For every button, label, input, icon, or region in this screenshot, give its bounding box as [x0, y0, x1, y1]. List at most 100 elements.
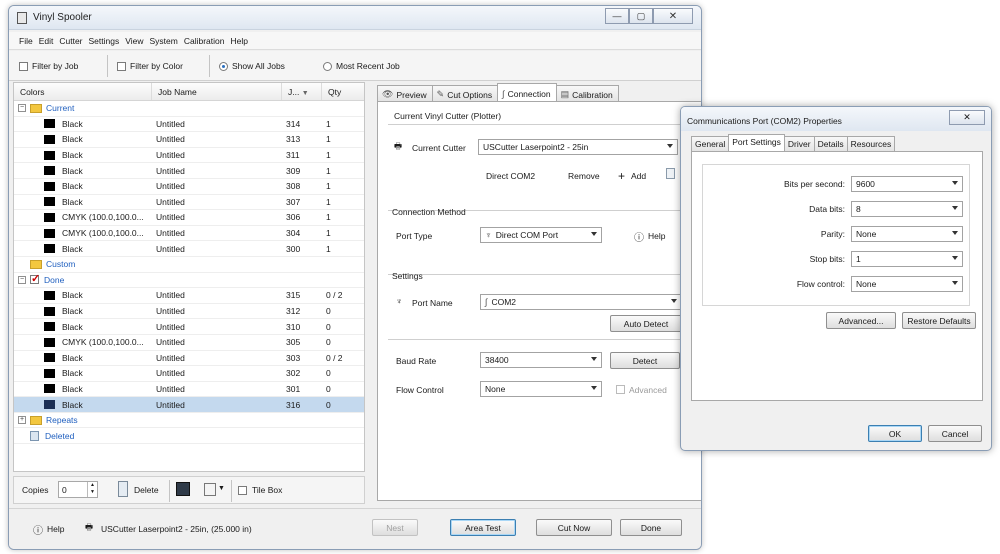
- menu-view[interactable]: View: [125, 32, 149, 49]
- minimize-button[interactable]: —: [605, 8, 629, 24]
- parity-select[interactable]: None: [851, 226, 963, 242]
- remove-button[interactable]: Remove: [568, 171, 600, 181]
- flow-control-label: Flow Control: [396, 385, 444, 395]
- table-row[interactable]: Black Untitled 300 1: [14, 241, 364, 257]
- tab-connection[interactable]: ∫ Connection: [497, 83, 557, 101]
- table-row[interactable]: Black Untitled 303 0 / 2: [14, 351, 364, 367]
- menu-calibration[interactable]: Calibration: [184, 32, 231, 49]
- dialog-tab-port-settings[interactable]: Port Settings: [728, 134, 785, 151]
- menu-edit[interactable]: Edit: [39, 32, 60, 49]
- ok-button[interactable]: OK: [868, 425, 922, 442]
- port-settings-panel: Bits per second: 9600 Data bits: 8 Parit…: [691, 151, 983, 401]
- baud-rate-select[interactable]: 38400: [480, 352, 602, 368]
- row-color: Black: [62, 134, 83, 145]
- table-row[interactable]: Black Untitled 302 0: [14, 366, 364, 382]
- data-bits-select[interactable]: 8: [851, 201, 963, 217]
- table-row[interactable]: CMYK (100.0,100.0... Untitled 304 1: [14, 226, 364, 242]
- group-current[interactable]: − Current: [14, 101, 364, 117]
- add-icon[interactable]: +: [618, 169, 625, 183]
- table-row[interactable]: Black Untitled 301 0: [14, 382, 364, 398]
- port-type-select[interactable]: ♆ Direct COM Port: [480, 227, 602, 243]
- row-qty: 1: [326, 150, 331, 161]
- table-row[interactable]: CMYK (100.0,100.0... Untitled 305 0: [14, 335, 364, 351]
- area-test-button[interactable]: Area Test: [450, 519, 516, 536]
- delete-icon[interactable]: [118, 481, 128, 497]
- flow-control-select[interactable]: None: [851, 276, 963, 292]
- menu-help[interactable]: Help: [231, 32, 254, 49]
- collapse-icon[interactable]: −: [18, 104, 26, 113]
- dialog-close-button[interactable]: ✕: [949, 110, 985, 125]
- dialog-tab-driver[interactable]: Driver: [783, 136, 815, 151]
- stepper-arrows-icon[interactable]: ▲ ▼: [87, 482, 97, 497]
- delete-button[interactable]: Delete: [134, 485, 159, 495]
- column-job-name[interactable]: Job Name: [152, 83, 282, 100]
- port-name-select[interactable]: ∫ COM2: [480, 294, 682, 310]
- flow-control-select[interactable]: None: [480, 381, 602, 397]
- advanced-checkbox[interactable]: [616, 385, 625, 394]
- copy-menu-icon[interactable]: [204, 483, 216, 496]
- group-repeats[interactable]: + Repeats: [14, 413, 364, 429]
- done-button[interactable]: Done: [620, 519, 682, 536]
- most-recent-job-radio[interactable]: Most Recent Job: [323, 61, 400, 71]
- table-row[interactable]: Black Untitled 316 0: [14, 397, 364, 413]
- tab-preview[interactable]: 👁 Preview: [377, 85, 433, 101]
- table-row[interactable]: Black Untitled 308 1: [14, 179, 364, 195]
- advanced-button[interactable]: Advanced...: [826, 312, 896, 329]
- table-row[interactable]: Black Untitled 310 0: [14, 319, 364, 335]
- table-row[interactable]: Black Untitled 309 1: [14, 163, 364, 179]
- title-bar[interactable]: Vinyl Spooler — ▢ ✕: [9, 6, 701, 30]
- dialog-tab-resources[interactable]: Resources: [846, 136, 896, 151]
- dialog-title-bar[interactable]: Communications Port (COM2) Properties ✕: [681, 107, 991, 131]
- current-cutter-select[interactable]: USCutter Laserpoint2 - 25in: [478, 139, 678, 155]
- color-swatch: [44, 290, 55, 300]
- table-row[interactable]: Black Untitled 307 1: [14, 195, 364, 211]
- table-row[interactable]: Black Untitled 312 0: [14, 304, 364, 320]
- group-deleted[interactable]: Deleted: [14, 428, 364, 445]
- copies-stepper[interactable]: 0 ▲ ▼: [58, 481, 98, 498]
- group-done[interactable]: − Done: [14, 272, 364, 289]
- detect-button[interactable]: Detect: [610, 352, 680, 369]
- tile-box-checkbox[interactable]: [238, 486, 247, 495]
- tab-calibration[interactable]: ▤ Calibration: [555, 85, 619, 101]
- collapse-icon[interactable]: −: [18, 275, 26, 284]
- trash-icon[interactable]: [666, 168, 675, 179]
- stop-bits-label: Stop bits:: [809, 254, 845, 264]
- column-qty[interactable]: Qty: [322, 83, 362, 100]
- maximize-button[interactable]: ▢: [629, 8, 653, 24]
- menu-file[interactable]: File: [19, 32, 39, 49]
- column-colors[interactable]: Colors: [14, 83, 152, 100]
- cut-now-button[interactable]: Cut Now: [536, 519, 612, 536]
- menu-settings[interactable]: Settings: [89, 32, 126, 49]
- close-button[interactable]: ✕: [653, 8, 693, 24]
- table-row[interactable]: Black Untitled 314 1: [14, 117, 364, 133]
- menu-system[interactable]: System: [150, 32, 184, 49]
- add-button[interactable]: Add: [631, 171, 646, 181]
- auto-detect-button[interactable]: Auto Detect: [610, 315, 682, 332]
- group-label: Done: [44, 274, 65, 285]
- table-row[interactable]: Black Untitled 313 1: [14, 132, 364, 148]
- column-job-number[interactable]: J... ▼: [282, 83, 322, 100]
- table-row[interactable]: Black Untitled 315 0 / 2: [14, 288, 364, 304]
- tab-cut-options[interactable]: ✎ Cut Options: [431, 85, 499, 101]
- filter-by-job-checkbox[interactable]: Filter by Job: [19, 61, 78, 71]
- cancel-button[interactable]: Cancel: [928, 425, 982, 442]
- help-icon[interactable]: ⓘ: [33, 522, 43, 537]
- table-row[interactable]: CMYK (100.0,100.0... Untitled 306 1: [14, 210, 364, 226]
- menu-cutter[interactable]: Cutter: [59, 32, 88, 49]
- help-link[interactable]: Help: [47, 524, 64, 534]
- nest-button[interactable]: Nest: [372, 519, 418, 536]
- filter-by-color-checkbox[interactable]: Filter by Color: [117, 61, 183, 71]
- dialog-tab-general[interactable]: General: [691, 136, 730, 151]
- show-all-jobs-radio[interactable]: Show All Jobs: [219, 61, 285, 71]
- help-button[interactable]: Help: [648, 231, 665, 241]
- group-custom[interactable]: Custom: [14, 257, 364, 273]
- table-row[interactable]: Black Untitled 311 1: [14, 148, 364, 164]
- stop-bits-select[interactable]: 1: [851, 251, 963, 267]
- dialog-tab-details[interactable]: Details: [813, 136, 848, 151]
- expand-icon[interactable]: +: [18, 416, 26, 425]
- save-icon[interactable]: [176, 482, 190, 496]
- bits-per-second-select[interactable]: 9600: [851, 176, 963, 192]
- chevron-down-icon[interactable]: ▼: [218, 485, 225, 492]
- help-icon[interactable]: ⓘ: [634, 229, 644, 244]
- restore-defaults-button[interactable]: Restore Defaults: [902, 312, 976, 329]
